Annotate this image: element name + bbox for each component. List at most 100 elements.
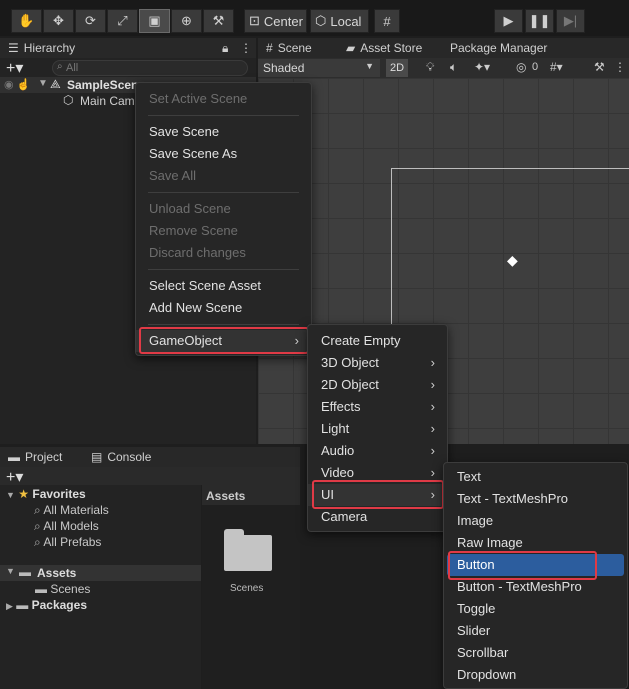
menu-item-light[interactable]: Light › [308, 418, 447, 440]
menu-item-save-scene-as[interactable]: Save Scene As [136, 143, 311, 165]
menu-item-text[interactable]: Text [444, 466, 627, 488]
menu-item-set-active-scene: Set Active Scene [149, 91, 248, 106]
add-icon[interactable]: +▾ [6, 467, 23, 487]
project-tabbar: ▬ Project ▤ Console [0, 447, 300, 467]
breadcrumb-label[interactable]: Assets [206, 489, 245, 503]
rect-icon[interactable]: ▣ [139, 9, 170, 33]
folder-icon: ▬ [35, 582, 47, 596]
project-toolbar: +▾ [0, 467, 300, 487]
shading-mode-dropdown[interactable]: Shaded ▼ [258, 59, 380, 77]
lock-icon[interactable]: 🔒︎ [222, 38, 228, 58]
tab-project[interactable]: ▬ Project [8, 447, 62, 467]
tab-scene[interactable]: # Scene [266, 38, 312, 58]
scale-icon[interactable]: ⤢ [107, 9, 138, 33]
pause-icon[interactable]: ❚❚ [525, 9, 554, 33]
assets-breadcrumb: Assets [202, 485, 300, 505]
annotation-highlight-ui [312, 480, 444, 509]
menu-item-text-textmeshpro[interactable]: Text - TextMeshPro [444, 488, 627, 510]
search-icon: ⌕ [57, 61, 63, 72]
list-icon: ☰ [8, 41, 19, 55]
assets-label: Assets [37, 566, 77, 580]
menu-item-create-empty[interactable]: Create Empty [308, 330, 447, 352]
menu-item-add-new-scene[interactable]: Add New Scene [136, 297, 311, 319]
camera-gizmo-icon[interactable]: ◆ [507, 252, 518, 269]
rotate-icon[interactable]: ⟳ [75, 9, 106, 33]
favorites-row[interactable]: ▼ ★ Favorites [6, 487, 86, 501]
packages-row[interactable]: ▶ ▬ Packages [6, 598, 87, 612]
grid-snap-icon[interactable]: # [374, 9, 400, 33]
2d-toggle[interactable]: 2D [386, 59, 408, 77]
chevron-down-icon[interactable]: ▼ [38, 78, 48, 89]
store-icon: ▰ [346, 41, 356, 55]
shading-label: Shaded [263, 61, 305, 75]
hidden-objects-icon[interactable]: ◎ [516, 60, 526, 74]
assets-row[interactable]: ▼ ▬ Assets [0, 565, 201, 581]
tab-package-manager[interactable]: Package Manager [450, 38, 547, 58]
visibility-icon[interactable]: ◉ ☝ [4, 78, 30, 91]
menu-item-audio[interactable]: Audio › [308, 440, 447, 462]
menu-item-slider[interactable]: Slider [444, 620, 627, 642]
pivot-toggle[interactable]: ⊡ Center [244, 9, 307, 33]
menu-item-3d-object[interactable]: 3D Object › [308, 352, 447, 374]
chevron-down-icon: ▼ [365, 61, 374, 71]
search-placeholder: All [66, 62, 79, 74]
menu-item-save-all: Save All [149, 168, 196, 183]
favorites-item[interactable]: ⌕ All Prefabs [34, 535, 101, 550]
light-icon[interactable]: 💡︎ [426, 60, 434, 75]
scenes-label: Scenes [50, 582, 91, 596]
menu-item-label: Video [321, 465, 355, 480]
scenes-row[interactable]: ▬ Scenes [35, 582, 90, 596]
favorites-item[interactable]: ⌕ All Models [34, 519, 99, 534]
play-icon[interactable]: ▶ [494, 9, 523, 33]
search-icon: ⌕ [34, 519, 41, 533]
menu-item-label: Effects [321, 399, 361, 414]
project-tree: ▼ ★ Favorites ⌕ All Materials ⌕ All Mode… [0, 485, 201, 689]
more-icon[interactable]: ⋮ [614, 60, 626, 74]
favorites-item-label: All Materials [43, 503, 109, 517]
menu-item-effects[interactable]: Effects › [308, 396, 447, 418]
menu-separator [148, 324, 299, 325]
space-toggle[interactable]: ⬡ Local [310, 9, 369, 33]
favorites-item[interactable]: ⌕ All Materials [34, 503, 109, 518]
custom-tool-icon[interactable]: ⚒ [203, 9, 234, 33]
tab-console[interactable]: ▤ Console [91, 447, 151, 467]
menu-item-image[interactable]: Image [444, 510, 627, 532]
tab-label: Project [25, 450, 63, 464]
menu-item-select-scene-asset[interactable]: Select Scene Asset [136, 275, 311, 297]
tools-icon[interactable]: ⚒ [594, 60, 605, 74]
menu-item-scrollbar[interactable]: Scrollbar [444, 642, 627, 664]
hand-icon[interactable]: ✋ [11, 9, 42, 33]
packages-label: Packages [31, 598, 87, 612]
menu-item-toggle[interactable]: Toggle [444, 598, 627, 620]
folder-scenes[interactable] [224, 529, 272, 571]
effects-icon[interactable]: ✦▾ [474, 60, 490, 74]
audio-icon[interactable]: 🔈︎ [450, 60, 457, 75]
move-icon[interactable]: ✥ [43, 9, 74, 33]
hierarchy-search-input[interactable]: ⌕ All [52, 60, 248, 76]
more-icon[interactable]: ⋮ [240, 38, 252, 58]
tab-hierarchy[interactable]: ☰ Hierarchy [8, 38, 75, 58]
annotation-highlight-gameobject [139, 327, 309, 354]
menu-separator [148, 192, 299, 193]
pivot-label: Center [263, 13, 303, 29]
menu-item-label: 2D Object [321, 377, 379, 392]
menu-item-dropdown[interactable]: Dropdown [444, 664, 627, 686]
tab-label: Package Manager [450, 41, 548, 55]
pivot-icon: ⊡ [249, 13, 260, 28]
step-icon[interactable]: ▶| [556, 9, 585, 33]
gameobject-icon: ⬡ [63, 93, 74, 107]
search-icon: ⌕ [34, 535, 41, 549]
chevron-down-icon: ▼ [6, 566, 15, 576]
menu-item-save-scene[interactable]: Save Scene [136, 121, 311, 143]
grid-visibility-icon[interactable]: #▾ [550, 60, 563, 74]
tab-asset-store[interactable]: ▰ Asset Store [346, 38, 422, 58]
menu-item-2d-object[interactable]: 2D Object › [308, 374, 447, 396]
add-icon[interactable]: +▾ [6, 58, 23, 78]
transform-icon[interactable]: ⊕ [171, 9, 202, 33]
star-icon: ★ [18, 487, 30, 501]
chevron-down-icon: ▼ [6, 490, 15, 500]
menu-item-camera[interactable]: Camera [308, 506, 447, 528]
menu-separator [148, 269, 299, 270]
favorites-label: Favorites [32, 487, 86, 501]
menu-item-remove-scene: Remove Scene [149, 223, 238, 238]
